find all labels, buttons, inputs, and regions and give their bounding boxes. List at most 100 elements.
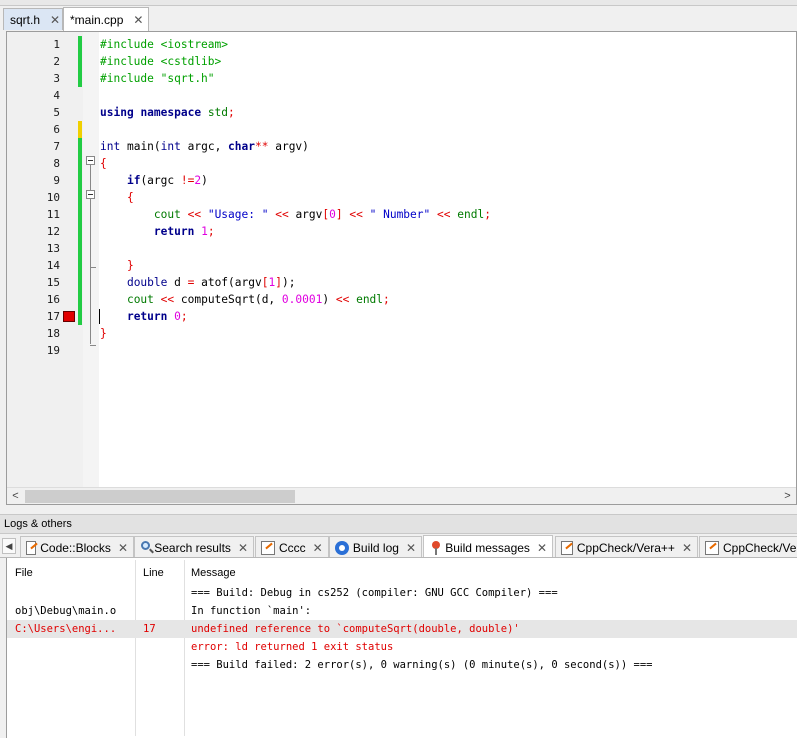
tab-cccc[interactable]: Cccc ✕ xyxy=(255,536,329,557)
log-row[interactable]: === Build failed: 2 error(s), 0 warning(… xyxy=(7,656,797,674)
line-number: 12 xyxy=(46,225,60,238)
scroll-left-icon[interactable]: < xyxy=(7,488,24,504)
document-icon xyxy=(705,540,719,555)
column-header-file[interactable]: File xyxy=(15,567,33,579)
tab-label: CppCheck/Ve xyxy=(723,540,797,555)
scrollbar-thumb[interactable] xyxy=(25,490,295,503)
tab-label: CppCheck/Vera++ xyxy=(576,540,675,555)
column-header-message[interactable]: Message xyxy=(191,567,236,579)
tab-build-messages[interactable]: Build messages ✕ xyxy=(423,535,553,557)
tab-code-blocks[interactable]: Code::Blocks ✕ xyxy=(20,536,134,557)
close-icon[interactable]: ✕ xyxy=(50,13,60,27)
log-tab-bar: ◀ Code::Blocks ✕ Search results ✕ Cccc ✕… xyxy=(0,534,797,558)
changed-line-marker xyxy=(78,308,82,325)
close-icon[interactable]: ✕ xyxy=(406,541,416,555)
changed-line-marker xyxy=(78,274,82,291)
line-number: 7 xyxy=(53,140,60,153)
pin-icon xyxy=(429,540,441,555)
code-line: 8 { xyxy=(7,155,792,172)
code-editor[interactable]: 1 #include <iostream> 2 #include <cstdli… xyxy=(6,31,797,505)
log-message: === Build failed: 2 error(s), 0 warning(… xyxy=(191,659,653,671)
column-header-line[interactable]: Line xyxy=(143,567,164,579)
log-row[interactable]: === Build: Debug in cs252 (compiler: GNU… xyxy=(7,584,797,602)
code-line: 13 xyxy=(7,240,792,257)
log-message: In function `main': xyxy=(191,605,312,617)
horizontal-scrollbar[interactable]: < > xyxy=(7,487,796,504)
tab-cppcheck-vera-2[interactable]: CppCheck/Ve xyxy=(699,536,797,557)
close-icon[interactable]: ✕ xyxy=(313,541,323,555)
line-number: 4 xyxy=(53,89,60,102)
tab-bar-top-border xyxy=(0,0,797,6)
code-text: if(argc !=2) xyxy=(126,174,208,187)
document-icon xyxy=(261,540,275,555)
code-line: 16 cout << computeSqrt(d, 0.0001) << end… xyxy=(7,291,792,308)
gear-icon xyxy=(335,540,349,555)
code-line: 10 { xyxy=(7,189,792,206)
build-messages-list[interactable]: File Line Message === Build: Debug in cs… xyxy=(6,558,797,738)
code-text: cout << "Usage: " << argv[0] << " Number… xyxy=(153,208,491,221)
code-line: 18 } xyxy=(7,325,792,342)
code-line: 17 return 0; xyxy=(7,308,792,325)
log-line: 17 xyxy=(143,623,156,635)
code-text: return 0; xyxy=(126,310,188,323)
tab-label: Search results xyxy=(154,540,231,555)
close-icon[interactable]: ✕ xyxy=(238,541,248,555)
changed-line-marker xyxy=(78,189,82,206)
tab-search-results[interactable]: Search results ✕ xyxy=(134,536,254,557)
tab-scroll-left-icon[interactable]: ◀ xyxy=(2,538,16,554)
close-icon[interactable]: ✕ xyxy=(537,541,547,555)
code-line: 19 xyxy=(7,342,792,359)
code-line: 11 cout << "Usage: " << argv[0] << " Num… xyxy=(7,206,792,223)
code-text: { xyxy=(100,157,107,170)
code-line: 3 #include "sqrt.h" xyxy=(7,70,792,87)
log-row-selected[interactable]: C:\Users\engi... 17 undefined reference … xyxy=(7,620,797,638)
close-icon[interactable]: ✕ xyxy=(133,13,143,27)
code-line: 7 int main(int argc, char** argv) xyxy=(7,138,792,155)
scroll-right-icon[interactable]: > xyxy=(779,488,796,504)
tab-sqrt-h[interactable]: sqrt.h ✕ xyxy=(3,8,63,30)
changed-line-marker xyxy=(78,155,82,172)
changed-line-marker xyxy=(78,70,82,87)
tab-label: Build log xyxy=(352,540,399,555)
code-line: 9 if(argc !=2) xyxy=(7,172,792,189)
changed-line-marker xyxy=(78,206,82,223)
changed-line-marker xyxy=(78,53,82,70)
line-number: 18 xyxy=(46,327,60,340)
log-row[interactable]: obj\Debug\main.o In function `main': xyxy=(7,602,797,620)
line-number: 14 xyxy=(46,259,60,272)
code-text: #include <iostream> xyxy=(100,38,228,51)
changed-line-marker xyxy=(78,291,82,308)
changed-line-marker xyxy=(78,36,82,53)
logs-panel-header: Logs & others xyxy=(0,514,797,534)
editor-tab-bar: sqrt.h ✕ *main.cpp ✕ xyxy=(0,0,797,31)
code-line: 14 } xyxy=(7,257,792,274)
code-text: double d = atof(argv[1]); xyxy=(126,276,296,289)
line-number: 19 xyxy=(46,344,60,357)
code-line: 15 double d = atof(argv[1]); xyxy=(7,274,792,291)
line-number: 5 xyxy=(53,106,60,119)
tab-cppcheck-vera[interactable]: CppCheck/Vera++ ✕ xyxy=(555,536,698,557)
code-text: return 1; xyxy=(153,225,215,238)
changed-line-marker xyxy=(78,172,82,189)
error-marker-icon[interactable] xyxy=(63,311,75,322)
line-number: 9 xyxy=(53,174,60,187)
tab-label: Code::Blocks xyxy=(40,540,111,555)
changed-line-marker xyxy=(78,240,82,257)
line-number: 16 xyxy=(46,293,60,306)
document-icon xyxy=(26,540,37,555)
tab-main-cpp[interactable]: *main.cpp ✕ xyxy=(63,7,149,31)
line-number: 2 xyxy=(53,55,60,68)
close-icon[interactable]: ✕ xyxy=(682,541,692,555)
code-text: { xyxy=(126,191,134,204)
log-file: C:\Users\engi... xyxy=(15,623,117,635)
line-number: 11 xyxy=(46,208,60,221)
tab-build-log[interactable]: Build log ✕ xyxy=(329,536,422,557)
code-text: } xyxy=(100,327,107,340)
code-text: int main(int argc, char** argv) xyxy=(100,140,309,153)
close-icon[interactable]: ✕ xyxy=(118,541,128,555)
code-line: 1 #include <iostream> xyxy=(7,36,792,53)
code-line: 12 return 1; xyxy=(7,223,792,240)
line-number: 15 xyxy=(46,276,60,289)
code-text: #include <cstdlib> xyxy=(100,55,222,68)
log-row[interactable]: error: ld returned 1 exit status xyxy=(7,638,797,656)
